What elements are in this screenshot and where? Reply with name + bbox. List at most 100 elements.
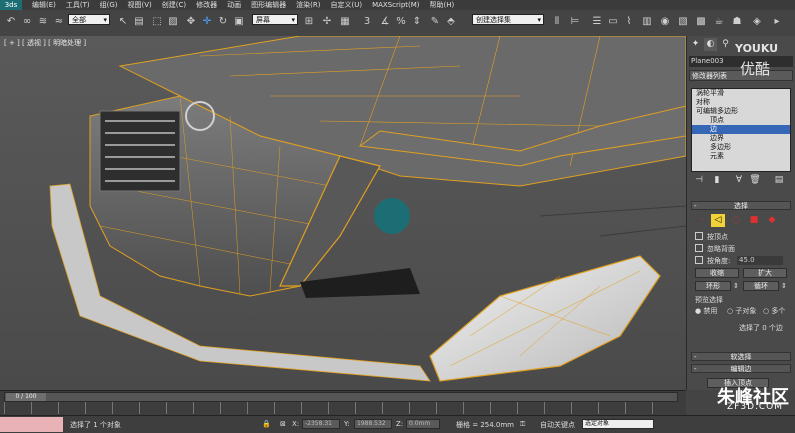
stack-item-turbosmooth[interactable]: 涡轮平滑 bbox=[692, 89, 790, 98]
menu-group[interactable]: 组(G) bbox=[100, 0, 118, 10]
stack-item-element[interactable]: 元素 bbox=[692, 152, 790, 161]
menu-edit[interactable]: 编辑(E) bbox=[32, 0, 56, 10]
named-sel-icon[interactable]: ⬘ bbox=[444, 14, 458, 30]
menu-maxscript[interactable]: MAXScript(M) bbox=[372, 1, 419, 9]
edit-named-sel-icon[interactable]: ✎ bbox=[428, 14, 442, 30]
select-scale-icon[interactable]: ↻ bbox=[216, 14, 230, 30]
stack-item-border[interactable]: 边界 bbox=[692, 134, 790, 143]
loop-spinner-icon[interactable]: ⇕ bbox=[781, 282, 787, 290]
select-object-icon[interactable]: ↖ bbox=[116, 14, 130, 30]
configure-sets-icon[interactable]: ▤ bbox=[773, 174, 785, 186]
auto-key-label[interactable]: 自动关键点 bbox=[540, 420, 575, 430]
link-icon[interactable]: ∞ bbox=[20, 14, 34, 30]
select-by-name-icon[interactable]: ▤ bbox=[132, 14, 146, 30]
rendered-frame-icon[interactable]: ▩ bbox=[694, 14, 708, 30]
mirror-icon[interactable]: ⫴ bbox=[550, 14, 564, 30]
create-tab-icon[interactable]: ✦ bbox=[689, 38, 702, 51]
perspective-viewport[interactable]: [ + ] [ 透视 ] [ 明暗处理 ] bbox=[0, 36, 686, 390]
by-vertex-checkbox[interactable]: 按顶点 bbox=[695, 232, 728, 241]
grow-button[interactable]: 扩大 bbox=[743, 268, 787, 278]
remove-modifier-icon[interactable]: 🗑 bbox=[749, 174, 761, 186]
curve-editor-icon[interactable]: ⌇ bbox=[622, 14, 636, 30]
shrink-button[interactable]: 收缩 bbox=[695, 268, 739, 278]
edit-edges-rollout-header[interactable]: 编辑边 bbox=[691, 364, 791, 374]
select-move-icon[interactable]: ✥ bbox=[184, 14, 198, 30]
bind-spacewarp-icon[interactable]: ≈ bbox=[52, 14, 66, 30]
undo-icon[interactable]: ↶ bbox=[4, 14, 18, 30]
menu-modifiers[interactable]: 修改器 bbox=[196, 0, 217, 10]
by-angle-checkbox[interactable]: 按角度: bbox=[695, 256, 730, 265]
stack-item-vertex[interactable]: 顶点 bbox=[692, 116, 790, 125]
pivot-center-icon[interactable]: ⊞ bbox=[302, 14, 316, 30]
menu-graph-editors[interactable]: 图形编辑器 bbox=[251, 0, 286, 10]
render-iterative-icon[interactable]: ☗ bbox=[730, 14, 744, 30]
angle-snap-icon[interactable]: ∡ bbox=[378, 14, 392, 30]
menu-animation[interactable]: 动画 bbox=[227, 0, 241, 10]
scale-icon[interactable]: ▣ bbox=[232, 14, 246, 30]
menu-views[interactable]: 视图(V) bbox=[128, 0, 152, 10]
selection-rollout-header[interactable]: 选择 bbox=[691, 201, 791, 211]
border-level-icon[interactable]: ◌ bbox=[729, 214, 743, 227]
track-bar-ruler[interactable] bbox=[4, 402, 676, 414]
vertex-level-icon[interactable]: · bbox=[695, 214, 709, 227]
viewport-label[interactable]: [ + ] [ 透视 ] [ 明暗处理 ] bbox=[4, 38, 86, 48]
stack-item-edge[interactable]: 边 bbox=[692, 125, 790, 134]
render-active-icon[interactable]: ◈ bbox=[750, 14, 764, 30]
menu-tools[interactable]: 工具(T) bbox=[66, 0, 90, 10]
key-filter-dropdown[interactable]: 选定对象 bbox=[582, 419, 654, 429]
soft-selection-rollout-header[interactable]: 软选择 bbox=[691, 352, 791, 362]
named-selection-set-dropdown[interactable]: 创建选择集 bbox=[472, 14, 544, 26]
time-slider[interactable]: 0 / 100 bbox=[4, 392, 678, 402]
align-icon[interactable]: ⊨ bbox=[568, 14, 582, 30]
keyboard-shortcut-icon[interactable]: ▦ bbox=[338, 14, 352, 30]
modify-tab-icon[interactable]: ◐ bbox=[704, 38, 717, 51]
menu-customize[interactable]: 自定义(U) bbox=[330, 0, 362, 10]
snap-toggle-icon[interactable]: 3 bbox=[360, 14, 374, 30]
window-crossing-icon[interactable]: ▨ bbox=[166, 14, 180, 30]
menu-rendering[interactable]: 渲染(R) bbox=[296, 0, 320, 10]
time-slider-thumb[interactable]: 0 / 100 bbox=[6, 393, 46, 401]
more-tools-icon[interactable]: ▸ bbox=[770, 14, 784, 30]
stack-item-editable-poly[interactable]: 可编辑多边形 bbox=[692, 107, 790, 116]
add-time-tag-icon[interactable]: ⚿ bbox=[520, 420, 525, 429]
make-unique-icon[interactable]: ∀ bbox=[733, 174, 745, 186]
maxscript-listener-mini[interactable] bbox=[0, 417, 63, 432]
x-coordinate-field[interactable]: -2358.31 bbox=[302, 419, 340, 429]
select-manipulate-icon[interactable]: ✢ bbox=[320, 14, 334, 30]
show-end-result-icon[interactable]: ▮ bbox=[711, 174, 723, 186]
app-logo[interactable]: 3ds bbox=[0, 0, 22, 10]
pin-stack-icon[interactable]: ⊣ bbox=[693, 174, 705, 186]
render-setup-icon[interactable]: ▧ bbox=[676, 14, 690, 30]
angle-spinner[interactable]: 45.0 bbox=[737, 256, 783, 265]
z-coordinate-field[interactable]: 0.0mm bbox=[406, 419, 440, 429]
edge-level-icon[interactable]: ◁ bbox=[711, 214, 725, 227]
stack-item-symmetry[interactable]: 对称 bbox=[692, 98, 790, 107]
material-editor-icon[interactable]: ◉ bbox=[658, 14, 672, 30]
element-level-icon[interactable]: ◆ bbox=[765, 214, 779, 227]
rect-selection-icon[interactable]: ⬚ bbox=[150, 14, 164, 30]
polygon-level-icon[interactable]: ■ bbox=[747, 214, 761, 227]
preview-subobject-radio[interactable]: ○ 子对象 bbox=[727, 306, 756, 316]
preview-multiple-radio[interactable]: ○ 多个 bbox=[763, 306, 785, 316]
y-coordinate-field[interactable]: 1988.532 bbox=[354, 419, 392, 429]
ring-spinner-icon[interactable]: ⇕ bbox=[733, 282, 739, 290]
stack-item-polygon[interactable]: 多边形 bbox=[692, 143, 790, 152]
reference-coord-dropdown[interactable]: 屏幕 bbox=[252, 14, 298, 26]
percent-snap-icon[interactable]: % bbox=[394, 14, 408, 30]
spinner-snap-icon[interactable]: ⇕ bbox=[410, 14, 424, 30]
ring-button[interactable]: 环形 bbox=[695, 281, 731, 291]
selection-filter-dropdown[interactable]: 全部 bbox=[68, 14, 110, 26]
lock-selection-icon[interactable]: 🔒 bbox=[262, 420, 271, 428]
select-rotate-icon[interactable]: ✛ bbox=[200, 14, 214, 30]
unlink-icon[interactable]: ≋ bbox=[36, 14, 50, 30]
absolute-mode-icon[interactable]: ⊠ bbox=[280, 420, 286, 428]
ignore-backfacing-checkbox[interactable]: 忽略背面 bbox=[695, 244, 735, 253]
preview-disabled-radio[interactable]: ● 禁用 bbox=[695, 306, 717, 316]
schematic-view-icon[interactable]: ▥ bbox=[640, 14, 654, 30]
render-production-icon[interactable]: ☕ bbox=[712, 14, 726, 30]
graphite-icon[interactable]: ▭ bbox=[606, 14, 620, 30]
menu-create[interactable]: 创建(C) bbox=[162, 0, 186, 10]
menu-help[interactable]: 帮助(H) bbox=[430, 0, 455, 10]
layer-manager-icon[interactable]: ☰ bbox=[590, 14, 604, 30]
loop-button[interactable]: 循环 bbox=[743, 281, 779, 291]
